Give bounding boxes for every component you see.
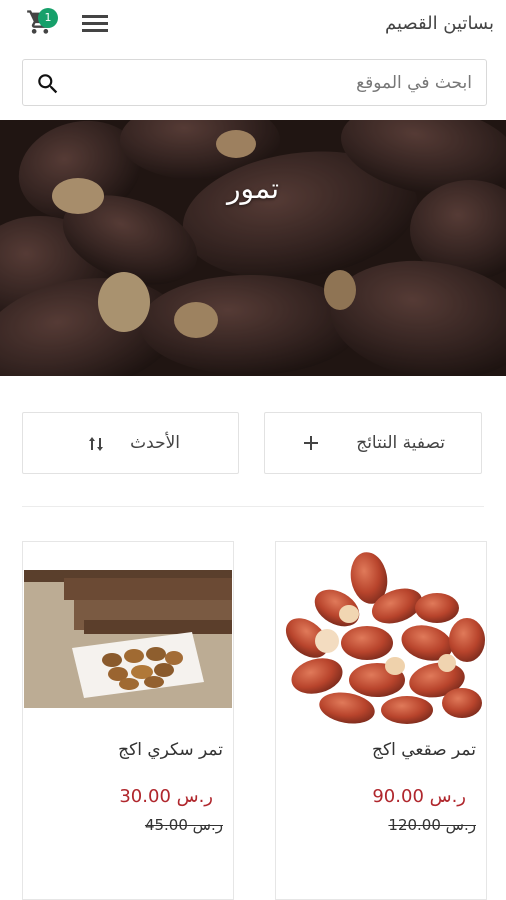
menu-icon [82,15,108,32]
product-name[interactable]: تمر صقعي اكج [372,740,476,760]
search-bar [22,59,487,106]
product-name[interactable]: تمر سكري اكج [118,740,223,760]
divider [22,506,484,507]
product-photo [285,552,485,724]
app-header: 1 بساتين القصيم [0,0,506,50]
product-image[interactable] [24,570,232,708]
product-photo [24,570,232,708]
product-image[interactable] [277,548,485,728]
search-icon[interactable] [35,71,61,97]
store-name[interactable]: بساتين القصيم [385,13,494,34]
product-card[interactable]: تمر سكري اكج ر.س 30.00 ر.س 45.00 [22,541,234,900]
category-title: تمور [227,172,279,205]
sort-label: الأحدث [130,433,180,453]
product-price: ر.س 30.00 [119,786,213,807]
product-price: ر.س 90.00 [372,786,466,807]
search-input[interactable] [81,60,472,105]
menu-button[interactable] [82,12,108,34]
filter-label: تصفية النتائج [356,433,445,453]
cart-button[interactable]: 1 [26,8,58,36]
sort-icon [89,437,103,451]
plus-icon [304,436,318,450]
banner-image [0,120,506,376]
sort-button[interactable]: الأحدث [22,412,239,474]
product-old-price: ر.س 45.00 [144,816,223,834]
product-card[interactable]: تمر صقعي اكج ر.س 90.00 ر.س 120.00 [275,541,487,900]
cart-count-badge: 1 [38,8,58,28]
filter-results-button[interactable]: تصفية النتائج [264,412,482,474]
product-old-price: ر.س 120.00 [388,816,476,834]
category-banner [0,120,506,376]
